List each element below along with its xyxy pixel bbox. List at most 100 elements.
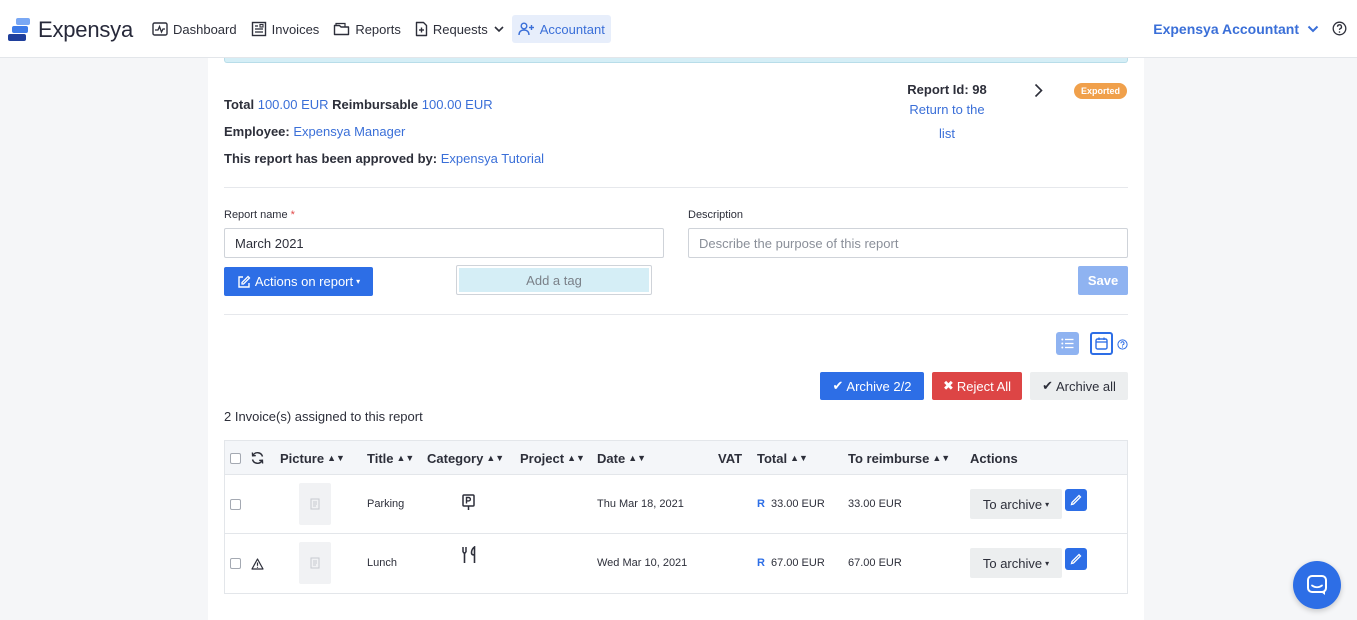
account-menu[interactable]: Expensya Accountant: [1153, 21, 1319, 37]
brand-name: Expensya: [38, 17, 134, 42]
nav-invoices-label: Invoices: [271, 21, 320, 37]
table-header: Picture ▲▼ Title ▲▼ Category ▲▼ Project ▲▼ D…: [225, 441, 1127, 475]
receipt-thumbnail[interactable]: [299, 542, 331, 584]
nav-dashboard-label: Dashboard: [173, 21, 237, 37]
archive-selected-button[interactable]: ✔ Archive 2/2: [820, 372, 924, 400]
row-checkbox[interactable]: [230, 558, 241, 569]
reject-all-label: Reject All: [956, 378, 1012, 394]
col-picture[interactable]: Picture ▲▼: [280, 441, 345, 475]
restaurant-icon: [461, 546, 479, 564]
user-check-icon: [518, 22, 534, 36]
calendar-view-toggle[interactable]: [1090, 332, 1113, 355]
list-view-toggle[interactable]: [1056, 332, 1079, 355]
report-summary: Total 100.00 EUR Reimbursable 100.00 EUR…: [224, 91, 544, 172]
report-id-block: Report Id: 98 Return to the list: [900, 81, 994, 146]
pencil-icon: [1070, 494, 1082, 506]
chat-icon: [1307, 575, 1327, 595]
divider: [224, 314, 1128, 315]
help-button[interactable]: [1332, 21, 1347, 39]
sort-icon: ▲▼: [790, 453, 808, 463]
row-archive-dropdown[interactable]: To archive ▾: [970, 489, 1062, 519]
receipt-icon: [310, 498, 320, 510]
report-name-input[interactable]: [224, 228, 664, 258]
col-date[interactable]: Date ▲▼: [597, 441, 646, 475]
status-badge: Exported: [1074, 83, 1128, 99]
approver-link[interactable]: Expensya Tutorial: [441, 151, 544, 166]
refresh-icon: [251, 452, 264, 464]
row-edit-button[interactable]: [1065, 548, 1087, 570]
activity-icon: [152, 22, 168, 36]
brand-logo[interactable]: Expensya: [8, 17, 133, 43]
reject-all-button[interactable]: ✖ Reject All: [932, 372, 1022, 400]
warning-icon[interactable]: [251, 558, 264, 570]
select-all-checkbox[interactable]: [230, 441, 241, 475]
actions-on-report-button[interactable]: Actions on report ▾: [224, 267, 373, 296]
expensya-logo-icon: [8, 17, 32, 43]
col-title[interactable]: Title ▲▼: [367, 441, 414, 475]
col-actions: Actions: [970, 450, 1018, 466]
col-vat: VAT: [718, 450, 743, 466]
employee-label: Employee:: [224, 124, 290, 139]
sort-icon: ▲▼: [628, 453, 647, 463]
table-row[interactable]: Lunch Wed Mar 10, 2021 R 67.00 EUR 67.00 …: [225, 534, 1127, 593]
table-row[interactable]: Parking Thu Mar 18, 2021 R 33.00 EUR 33.0…: [225, 475, 1127, 534]
calendar-icon: [1095, 337, 1108, 350]
invoices-table: Picture ▲▼ Title ▲▼ Category ▲▼ Project ▲▼ D…: [224, 440, 1128, 594]
tag-input[interactable]: Add a tag: [456, 265, 652, 295]
row-title: Parking: [367, 498, 405, 510]
employee-link[interactable]: Expensya Manager: [293, 124, 405, 139]
next-report-button[interactable]: [1034, 83, 1043, 101]
nav-reports-label: Reports: [355, 21, 401, 37]
reimbursable-value: 100.00 EUR: [421, 97, 493, 112]
caret-down-icon: ▾: [356, 277, 361, 286]
report-card: Total 100.00 EUR Reimbursable 100.00 EUR…: [208, 58, 1144, 620]
nav-reports[interactable]: Reports: [327, 15, 407, 43]
sort-icon: ▲▼: [396, 453, 415, 463]
employee-line: Employee: Expensya Manager: [224, 118, 544, 145]
row-archive-dropdown[interactable]: To archive ▾: [970, 548, 1062, 578]
return-to-list-link[interactable]: Return to the list: [909, 102, 984, 141]
main-nav: Dashboard Invoices Reports Requests Acco…: [146, 15, 613, 43]
sort-icon: ▲▼: [932, 453, 951, 463]
row-checkbox[interactable]: [230, 499, 241, 510]
row-date: Thu Mar 18, 2021: [597, 498, 684, 510]
col-to-reimburse[interactable]: To reimburse ▲▼: [848, 441, 950, 475]
reimbursable-flag: R: [757, 498, 765, 510]
chat-launcher-button[interactable]: [1293, 561, 1341, 609]
archive-all-label: Archive all: [1055, 378, 1116, 394]
row-date: Wed Mar 10, 2021: [597, 557, 688, 569]
col-total[interactable]: Total ▲▼: [757, 441, 808, 475]
row-total: R 67.00 EUR: [757, 557, 825, 569]
archive-all-button[interactable]: ✔ Archive all: [1030, 372, 1128, 400]
receipt-thumbnail[interactable]: [299, 483, 331, 525]
pencil-icon: [1070, 553, 1082, 565]
archive-selected-label: Archive 2/2: [846, 378, 912, 394]
description-input[interactable]: [688, 228, 1128, 258]
caret-down-icon: ▾: [1045, 558, 1050, 568]
description-label: Description: [688, 209, 744, 221]
actions-on-report-label: Actions on report: [254, 274, 354, 289]
view-help-button[interactable]: [1117, 338, 1128, 353]
reimbursable-flag: R: [757, 557, 765, 569]
caret-down-icon: ▾: [1045, 499, 1050, 509]
nav-accountant-label: Accountant: [539, 21, 605, 37]
row-edit-button[interactable]: [1065, 489, 1087, 511]
invoice-icon: [251, 21, 266, 37]
help-circle-icon: [1332, 21, 1347, 36]
nav-accountant[interactable]: Accountant: [511, 15, 611, 43]
x-icon: ✖: [942, 378, 954, 393]
approved-label: This report has been approved by:: [224, 151, 438, 166]
sort-icon: ▲▼: [486, 453, 505, 463]
save-button[interactable]: Save: [1078, 266, 1128, 295]
check-icon: ✔: [1042, 378, 1053, 393]
refresh-button[interactable]: [250, 441, 265, 475]
nav-dashboard[interactable]: Dashboard: [146, 15, 243, 43]
info-banner: [224, 58, 1128, 63]
sort-icon: ▲▼: [327, 453, 345, 463]
approved-line: This report has been approved by: Expens…: [224, 145, 544, 172]
col-project[interactable]: Project ▲▼: [520, 441, 585, 475]
nav-requests[interactable]: Requests: [409, 15, 510, 43]
col-category[interactable]: Category ▲▼: [427, 441, 504, 475]
nav-invoices[interactable]: Invoices: [245, 15, 326, 43]
document-plus-icon: [415, 21, 428, 37]
